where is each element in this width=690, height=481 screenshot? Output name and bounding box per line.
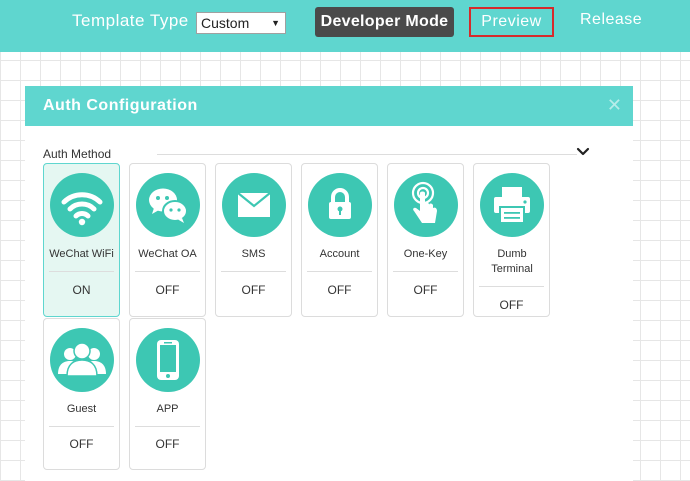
card-divider — [135, 271, 200, 272]
envelope-icon — [221, 173, 286, 237]
template-type-select[interactable]: Custom ▼ — [196, 12, 286, 34]
auth-method-app[interactable]: APP OFF — [129, 318, 206, 470]
users-icon — [49, 328, 114, 392]
method-name: Account — [319, 248, 360, 260]
dropdown-arrow-icon: ▼ — [271, 18, 280, 28]
method-status: ON — [72, 283, 91, 297]
tap-icon — [393, 173, 458, 237]
preview-button[interactable]: Preview — [469, 7, 554, 37]
lock-icon — [307, 173, 372, 237]
card-divider — [49, 271, 114, 272]
method-name: Guest — [66, 403, 97, 415]
auth-method-wechat-oa[interactable]: WeChat OA OFF — [129, 163, 206, 317]
wifi-icon — [49, 173, 114, 237]
auth-method-guest[interactable]: Guest OFF — [43, 318, 120, 470]
top-toolbar: Template Type Custom ▼ Developer Mode Pr… — [0, 0, 690, 52]
wechat-icon — [135, 173, 200, 237]
panel-title: Auth Configuration — [43, 97, 198, 114]
close-icon[interactable]: ✕ — [607, 95, 622, 116]
card-divider — [307, 271, 372, 272]
section-divider — [157, 154, 577, 155]
method-name: SMS — [241, 248, 266, 260]
auth-method-dumb-terminal[interactable]: Dumb Terminal OFF — [473, 163, 550, 317]
method-status: OFF — [155, 437, 180, 451]
method-name: WeChat OA — [138, 248, 197, 260]
auth-method-account[interactable]: Account OFF — [301, 163, 378, 317]
card-divider — [49, 426, 114, 427]
chevron-down-icon[interactable] — [576, 145, 590, 159]
method-status: OFF — [155, 283, 180, 297]
method-status: OFF — [69, 437, 94, 451]
method-status: OFF — [241, 283, 266, 297]
auth-method-one-key[interactable]: One-Key OFF — [387, 163, 464, 317]
developer-mode-button[interactable]: Developer Mode — [315, 7, 454, 37]
method-name: Dumb Terminal — [491, 248, 533, 275]
card-divider — [135, 426, 200, 427]
auth-method-wechat-wifi[interactable]: WeChat WiFi ON — [43, 163, 120, 317]
method-status: OFF — [413, 283, 438, 297]
auth-method-label: Auth Method — [43, 147, 112, 161]
panel-header: Auth Configuration ✕ — [25, 86, 633, 126]
phone-icon — [135, 328, 200, 392]
release-button[interactable]: Release — [580, 11, 642, 29]
method-name: APP — [156, 403, 179, 415]
method-name: WeChat WiFi — [49, 248, 114, 260]
auth-configuration-panel: Auth Configuration ✕ Auth Method WeChat … — [25, 86, 633, 481]
template-type-value: Custom — [201, 15, 250, 31]
method-status: OFF — [327, 283, 352, 297]
auth-method-sms[interactable]: SMS OFF — [215, 163, 292, 317]
method-status: OFF — [499, 298, 524, 312]
template-type-label: Template Type — [72, 11, 189, 30]
card-divider — [221, 271, 286, 272]
method-name: One-Key — [403, 248, 448, 260]
card-divider — [479, 286, 544, 287]
printer-icon — [479, 173, 544, 237]
card-divider — [393, 271, 458, 272]
